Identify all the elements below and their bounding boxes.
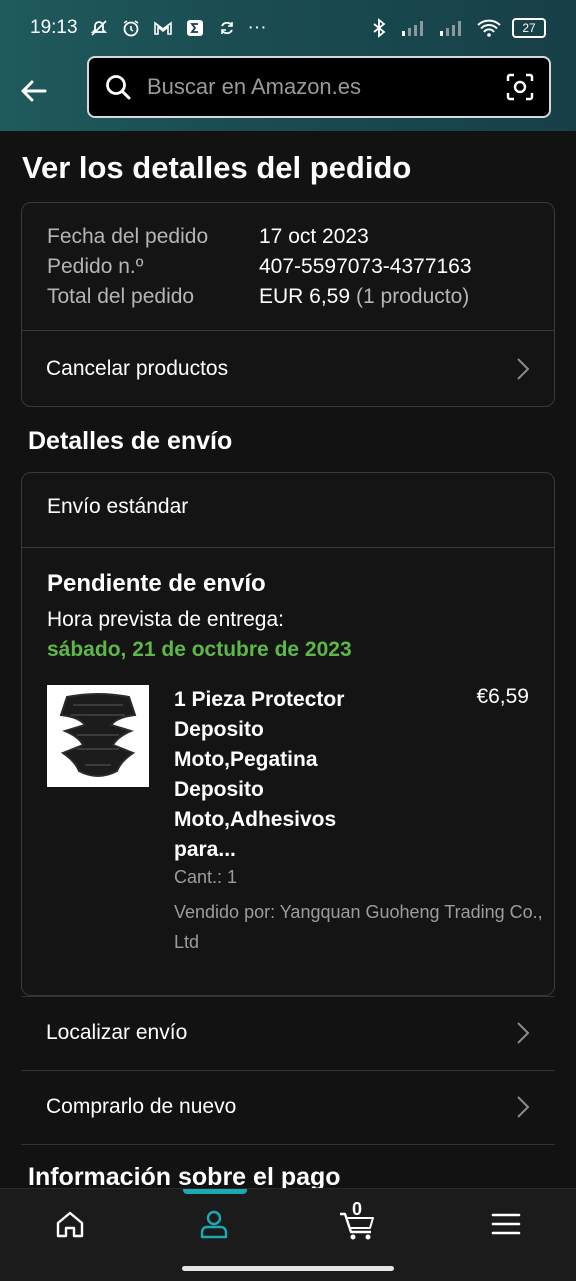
chevron-right-icon (517, 1096, 530, 1118)
shipping-section-title: Detalles de envío (28, 427, 233, 455)
nav-cart[interactable]: 0 (328, 1199, 388, 1247)
menu-icon (491, 1213, 521, 1235)
order-total-row: Total del pedido EUR 6,59 (1 producto) (47, 285, 469, 309)
track-package-link[interactable]: Localizar envío (21, 996, 555, 1070)
product-title-link[interactable]: 1 Pieza Protector Deposito Moto,Pegatina… (174, 685, 384, 865)
battery-icon: 27 (512, 18, 546, 38)
signal-icon (400, 17, 428, 39)
camera-search-icon[interactable] (505, 72, 535, 102)
search-input[interactable] (145, 73, 489, 101)
nav-home[interactable] (40, 1201, 100, 1247)
wifi-icon (476, 17, 502, 39)
order-number-value: 407-5597073-4377163 (259, 255, 472, 278)
back-arrow-icon (21, 80, 47, 102)
search-icon (103, 72, 133, 102)
status-right: 27 (368, 17, 546, 39)
battery-level: 27 (522, 21, 536, 35)
home-icon (56, 1211, 84, 1238)
search-box[interactable] (87, 56, 551, 118)
active-tab-indicator (183, 1189, 247, 1194)
product-seller: Vendido por: Yangquan Guoheng Trading Co… (174, 902, 543, 952)
order-number-label: Pedido n.º (47, 255, 144, 278)
order-date-value: 17 oct 2023 (259, 225, 369, 248)
status-left: 19:13 ··· (30, 17, 267, 39)
track-package-label: Localizar envío (46, 1021, 188, 1044)
account-icon (200, 1210, 228, 1239)
gmail-icon (152, 17, 174, 39)
status-time: 19:13 (30, 17, 78, 38)
order-item-count: (1 producto) (356, 285, 470, 308)
divider (21, 1144, 555, 1145)
more-status-icon: ··· (247, 17, 267, 38)
cart-count: 0 (352, 1199, 363, 1219)
order-number-row: Pedido n.º 407-5597073-4377163 (47, 255, 472, 279)
buy-again-link[interactable]: Comprarlo de nuevo (21, 1070, 555, 1144)
product-price: €6,59 (476, 685, 529, 708)
chevron-right-icon (517, 358, 530, 380)
tank-pad-image (47, 685, 149, 787)
home-indicator[interactable] (182, 1266, 394, 1271)
order-total-label: Total del pedido (47, 285, 195, 308)
buy-again-label: Comprarlo de nuevo (46, 1095, 237, 1118)
delivery-estimate-label: Hora prevista de entrega: (47, 608, 284, 631)
back-button[interactable] (14, 72, 52, 110)
sync-icon (216, 17, 238, 39)
nav-account[interactable] (184, 1201, 244, 1247)
muted-notification-icon (88, 17, 110, 39)
product-image[interactable] (47, 685, 149, 787)
header (0, 56, 576, 131)
page-title: Ver los detalles del pedido (22, 150, 412, 185)
nav-menu[interactable] (476, 1201, 536, 1247)
chevron-right-icon (517, 1022, 530, 1044)
order-date-row: Fecha del pedido 17 oct 2023 (47, 225, 369, 249)
divider (22, 547, 554, 548)
order-total-value: EUR 6,59 (259, 285, 351, 308)
order-date-label: Fecha del pedido (47, 225, 209, 248)
alarm-icon (120, 17, 142, 39)
product-quantity: Cant.: 1 (174, 867, 238, 887)
delivery-estimate-date: sábado, 21 de octubre de 2023 (47, 638, 352, 661)
bluetooth-icon (368, 17, 390, 39)
sigma-app-icon (184, 17, 206, 39)
order-summary-card: Fecha del pedido 17 oct 2023 Pedido n.º … (21, 202, 555, 407)
signal-2-icon (438, 17, 466, 39)
cancel-products-link[interactable]: Cancelar productos (22, 331, 554, 407)
cancel-products-label: Cancelar productos (46, 357, 229, 380)
shipment-status: Pendiente de envío (47, 570, 266, 597)
shipment-card: Envío estándar Pendiente de envío Hora p… (21, 472, 555, 996)
status-bar: 19:13 ··· 27 (0, 0, 576, 56)
shipping-method: Envío estándar (47, 495, 189, 518)
